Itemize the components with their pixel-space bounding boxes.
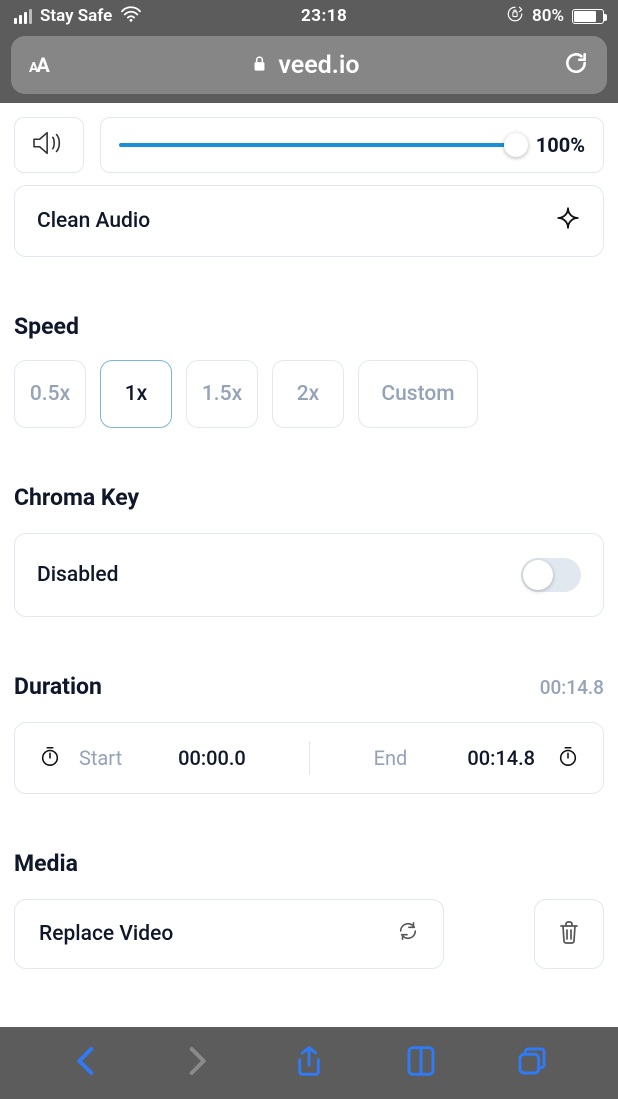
browser-toolbar bbox=[0, 1027, 618, 1099]
chroma-toggle-knob bbox=[523, 560, 553, 590]
duration-row: Start 00:00.0 End 00:14.8 bbox=[14, 722, 604, 794]
chroma-title: Chroma Key bbox=[14, 484, 604, 511]
reader-textsize-button[interactable]: AA bbox=[29, 53, 48, 77]
reload-button[interactable] bbox=[563, 50, 589, 80]
replace-video-button[interactable]: Replace Video bbox=[14, 899, 444, 969]
status-bar: Stay Safe 23:18 80% bbox=[0, 0, 618, 32]
share-button[interactable] bbox=[293, 1045, 325, 1081]
chroma-row: Disabled bbox=[14, 533, 604, 617]
duration-start-label: Start bbox=[79, 746, 122, 770]
speed-option-1[interactable]: 1x bbox=[100, 360, 172, 428]
volume-percent: 100% bbox=[536, 133, 585, 157]
duration-title: Duration bbox=[14, 673, 102, 700]
media-title: Media bbox=[14, 850, 604, 877]
chroma-toggle[interactable] bbox=[521, 558, 581, 592]
speed-option-3[interactable]: 2x bbox=[272, 360, 344, 428]
stopwatch-icon bbox=[557, 745, 579, 772]
speed-option-2[interactable]: 1.5x bbox=[186, 360, 258, 428]
volume-icon-box[interactable] bbox=[14, 117, 84, 173]
lock-icon bbox=[251, 51, 268, 80]
bookmarks-button[interactable] bbox=[405, 1045, 437, 1081]
clean-audio-row[interactable]: Clean Audio bbox=[14, 185, 604, 257]
browser-urlbar-area: AA veed.io bbox=[0, 32, 618, 103]
signal-icon bbox=[14, 9, 32, 24]
sparkle-icon bbox=[555, 205, 581, 237]
url-domain: veed.io bbox=[278, 51, 359, 80]
trash-icon bbox=[557, 919, 581, 949]
tabs-button[interactable] bbox=[516, 1045, 548, 1081]
speed-title: Speed bbox=[14, 313, 604, 340]
delete-media-button[interactable] bbox=[534, 899, 604, 969]
speed-option-0[interactable]: 0.5x bbox=[14, 360, 86, 428]
duration-total: 00:14.8 bbox=[540, 676, 604, 699]
url-bar[interactable]: AA veed.io bbox=[11, 36, 607, 94]
duration-end-label: End bbox=[374, 746, 408, 770]
duration-start-value: 00:00.0 bbox=[178, 746, 246, 770]
replace-video-label: Replace Video bbox=[39, 922, 173, 946]
speed-option-custom[interactable]: Custom bbox=[358, 360, 478, 428]
chroma-state-label: Disabled bbox=[37, 563, 118, 587]
battery-pct: 80% bbox=[532, 6, 564, 26]
volume-slider-thumb[interactable] bbox=[504, 133, 528, 157]
duration-start[interactable]: Start 00:00.0 bbox=[39, 745, 309, 772]
volume-slider[interactable] bbox=[119, 143, 518, 147]
carrier-label: Stay Safe bbox=[40, 6, 112, 26]
duration-end[interactable]: End 00:14.8 bbox=[310, 745, 580, 772]
wifi-icon bbox=[120, 5, 142, 28]
back-button[interactable] bbox=[70, 1045, 102, 1081]
duration-end-value: 00:14.8 bbox=[467, 746, 535, 770]
forward-button[interactable] bbox=[181, 1045, 213, 1081]
clean-audio-label: Clean Audio bbox=[37, 209, 150, 233]
speaker-icon bbox=[30, 128, 68, 162]
refresh-icon bbox=[397, 920, 419, 948]
volume-slider-box: 100% bbox=[100, 117, 604, 173]
volume-row: 100% bbox=[14, 117, 604, 173]
speed-options: 0.5x 1x 1.5x 2x Custom bbox=[14, 360, 604, 428]
orientation-lock-icon bbox=[506, 5, 524, 28]
battery-icon bbox=[572, 9, 604, 24]
stopwatch-icon bbox=[39, 745, 61, 772]
status-time: 23:18 bbox=[142, 6, 506, 26]
